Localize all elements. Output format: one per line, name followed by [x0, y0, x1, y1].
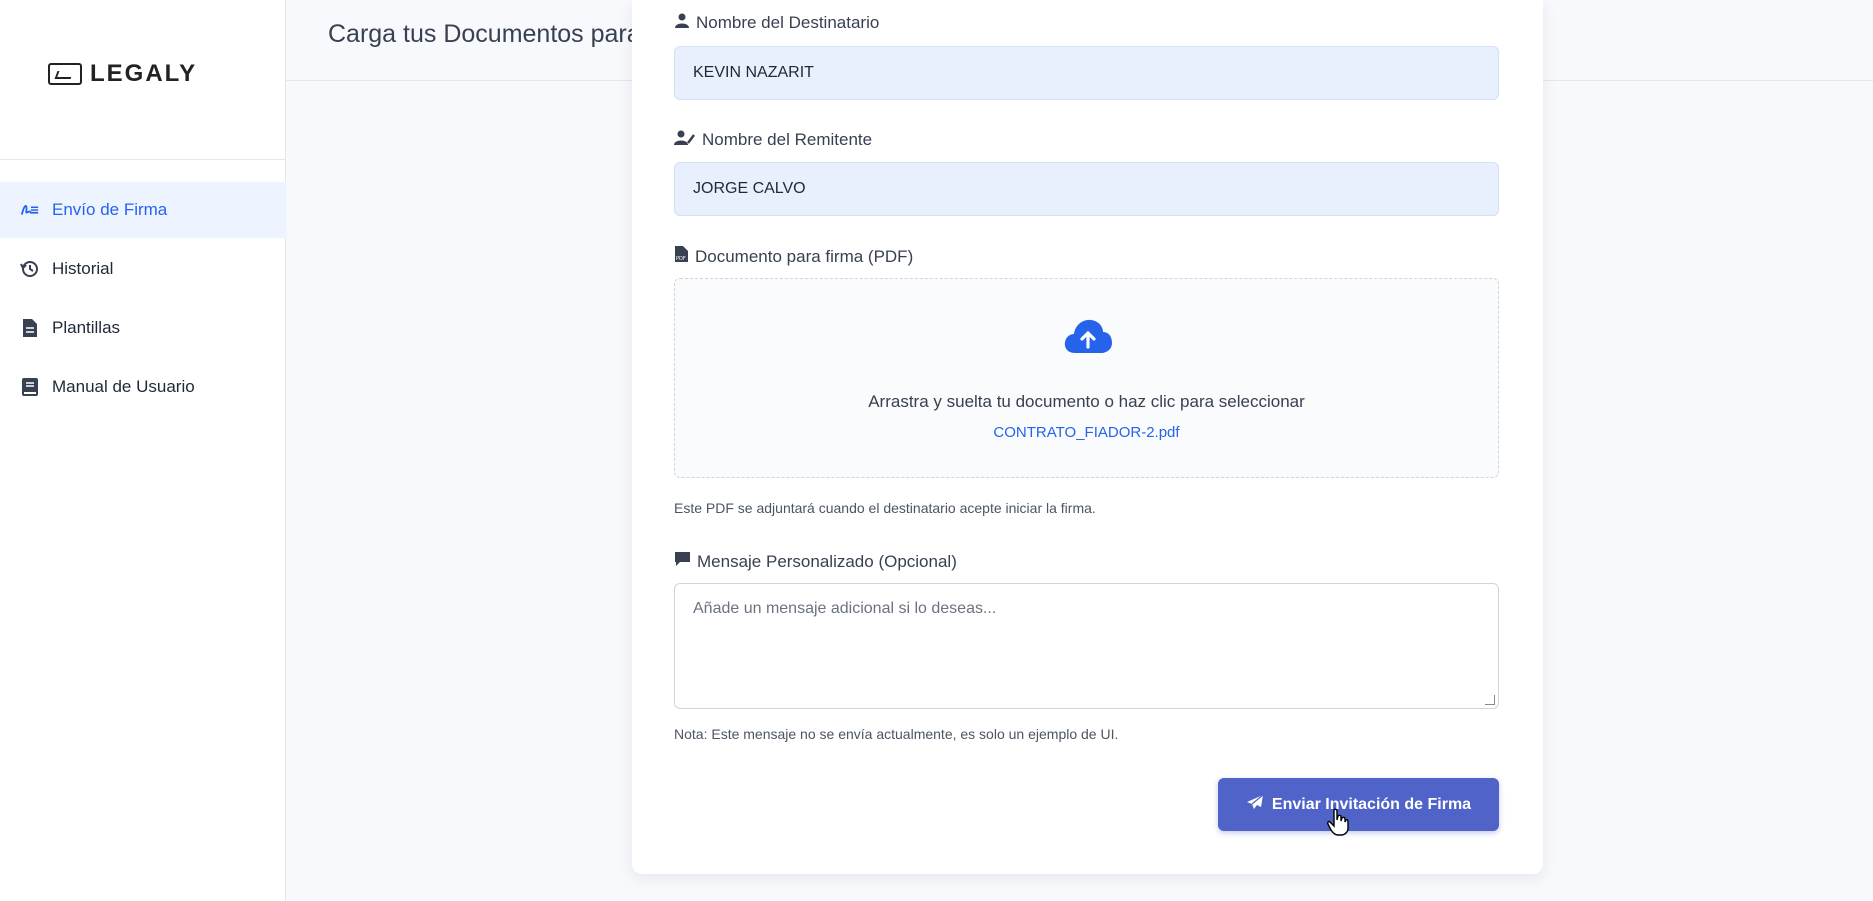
paper-plane-icon: [1246, 794, 1264, 815]
sidebar-item-historial[interactable]: Historial: [0, 241, 286, 297]
sidebar-item-label: Envío de Firma: [52, 200, 168, 219]
sidebar: LEGALY Envío de Firma Historial Plantill…: [0, 0, 286, 901]
sidebar-item-label: Historial: [52, 259, 114, 278]
sidebar-item-label: Manual de Usuario: [52, 377, 195, 396]
logo-text: LEGALY: [90, 60, 198, 87]
user-icon: [674, 12, 690, 33]
send-button-label: Enviar Invitación de Firma: [1271, 795, 1472, 813]
history-icon: [20, 259, 40, 279]
selected-file-name: CONTRATO_FIADOR-2.pdf: [993, 424, 1180, 441]
sender-label: Nombre del Remitente: [674, 129, 872, 150]
dropzone-instructions: Arrastra y suelta tu documento o haz cli…: [868, 392, 1305, 411]
logo: LEGALY: [48, 60, 197, 88]
document-help-text: Este PDF se adjuntará cuando el destinat…: [674, 500, 1096, 516]
sender-input[interactable]: JORGE CALVO: [674, 162, 1499, 216]
recipient-input[interactable]: KEVIN NAZARIT: [674, 46, 1499, 100]
signature-icon: [20, 200, 40, 220]
sidebar-nav: Envío de Firma Historial Plantillas Manu…: [0, 182, 286, 418]
resize-handle[interactable]: [1485, 695, 1495, 705]
custom-message-textarea[interactable]: Añade un mensaje adicional si lo deseas.…: [674, 583, 1499, 709]
message-placeholder: Añade un mensaje adicional si lo deseas.…: [693, 600, 997, 617]
document-label: PDF Documento para firma (PDF): [674, 245, 913, 268]
pdf-dropzone[interactable]: Arrastra y suelta tu documento o haz cli…: [674, 278, 1499, 478]
svg-text:PDF: PDF: [676, 256, 686, 262]
send-signature-invitation-button[interactable]: Enviar Invitación de Firma: [1218, 778, 1499, 831]
comment-icon: [674, 551, 691, 572]
message-label: Mensaje Personalizado (Opcional): [674, 551, 957, 572]
user-pen-icon: [674, 129, 696, 150]
sidebar-divider: [0, 159, 286, 160]
file-icon: [20, 318, 40, 338]
sidebar-item-label: Plantillas: [52, 318, 121, 337]
message-note: Nota: Este mensaje no se envía actualmen…: [674, 726, 1119, 742]
hand-pointer-icon: [1327, 808, 1349, 841]
sidebar-item-manual-de-usuario[interactable]: Manual de Usuario: [0, 359, 286, 415]
recipient-label: Nombre del Destinatario: [674, 12, 879, 33]
pdf-file-icon: PDF: [674, 245, 689, 268]
sidebar-item-plantillas[interactable]: Plantillas: [0, 300, 286, 356]
book-icon: [20, 377, 40, 397]
sidebar-item-envio-de-firma[interactable]: Envío de Firma: [0, 182, 286, 238]
logo-icon: [48, 63, 82, 85]
cloud-upload-icon: [1063, 317, 1113, 360]
upload-form-card: Nombre del Destinatario KEVIN NAZARIT No…: [632, 0, 1543, 874]
